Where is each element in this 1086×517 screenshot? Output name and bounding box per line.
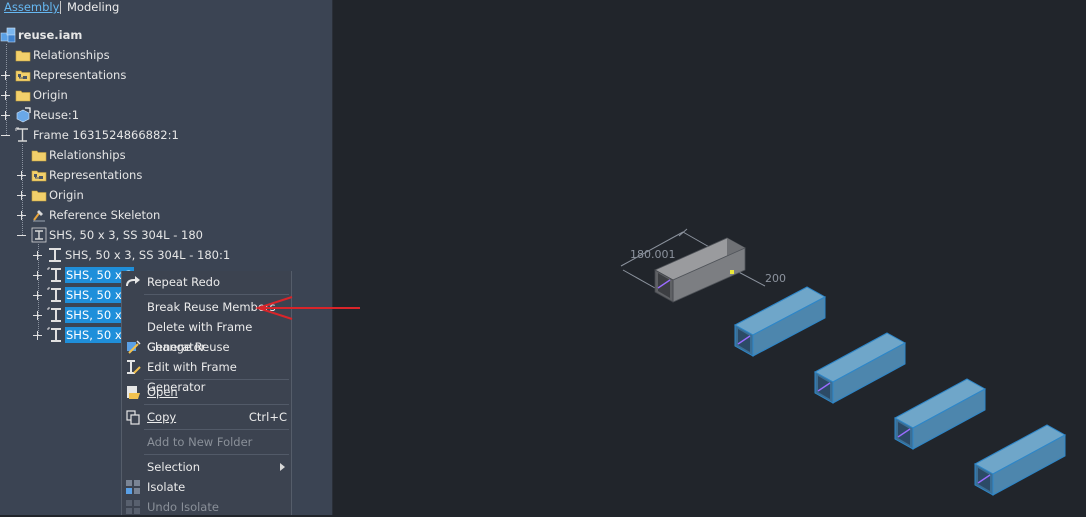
menu-item-label: Undo Isolate [147, 500, 219, 514]
tree-item-frame-representations[interactable]: Representations [0, 166, 330, 184]
tab-modeling[interactable]: Modeling [67, 0, 119, 15]
representations-icon [31, 170, 47, 182]
expand-icon[interactable] [1, 91, 10, 100]
menu-separator [144, 454, 289, 455]
tree-item-frame-origin[interactable]: Origin [0, 186, 330, 204]
menu-item-label: Open [147, 385, 178, 399]
tree-item-label: SHS, 50 x 3, SS 304L - 180 [49, 228, 203, 242]
tree-item-label: Origin [33, 88, 68, 102]
menu-item-label: Repeat Redo [147, 275, 221, 289]
browser-tabs: Assembly Modeling [0, 0, 332, 16]
tree-item-reference-skeleton[interactable]: Reference Skeleton [0, 206, 330, 224]
dimension-200-text: 200 [765, 272, 786, 285]
expand-icon[interactable] [33, 251, 42, 260]
menu-item-repeat-redo[interactable]: Repeat Redo [122, 272, 291, 292]
menu-item-edit-frame-generator[interactable]: Edit with Frame Generator [122, 357, 291, 394]
tab-assembly[interactable]: Assembly [4, 0, 59, 15]
tree-item-relationships[interactable]: Relationships [0, 46, 330, 64]
shs-member-copy-4[interactable] [973, 424, 1067, 496]
menu-separator [144, 379, 289, 380]
tree-item-label: Origin [49, 188, 84, 202]
open-icon [127, 386, 140, 399]
menu-item-label: Copy [147, 410, 177, 424]
menu-item-shortcut: Ctrl+C [248, 410, 287, 424]
tree-item-label: Frame 1631524866882:1 [33, 128, 179, 142]
menu-item-label: Isolate [147, 480, 186, 494]
annotation-arrow [254, 296, 360, 320]
undo-isolate-icon [126, 500, 140, 514]
tree-item-label: Reference Skeleton [49, 208, 161, 222]
expand-icon[interactable] [33, 271, 42, 280]
menu-item-label: Change Reuse [147, 340, 230, 354]
folder-icon [31, 150, 47, 162]
frame-member-reuse-icon [47, 287, 61, 302]
expand-icon[interactable] [33, 311, 42, 320]
frame-icon [15, 127, 28, 142]
tree-item-label: Relationships [33, 48, 110, 62]
frame-member-group-icon [31, 227, 47, 243]
expand-icon[interactable] [33, 331, 42, 340]
expand-icon[interactable] [17, 211, 26, 220]
folder-icon [15, 50, 31, 62]
representations-icon [15, 70, 31, 82]
graphics-viewport[interactable]: 180.001 200 [333, 0, 1086, 515]
tree-item-reuse[interactable]: Reuse:1 [0, 106, 330, 124]
isolate-icon [126, 480, 140, 494]
menu-item-change-reuse[interactable]: Change Reuse [122, 337, 291, 357]
tree-item-frame-relationships[interactable]: Relationships [0, 146, 330, 164]
expand-icon[interactable] [1, 111, 10, 120]
expand-icon[interactable] [33, 291, 42, 300]
dimension-180-text: 180.001 [630, 248, 676, 261]
tree-item-frame[interactable]: Frame 1631524866882:1 [0, 126, 330, 144]
folder-icon [31, 190, 47, 202]
shs-member-copy-2[interactable] [813, 332, 907, 404]
tree-item-label: Representations [33, 68, 127, 82]
folder-icon [15, 90, 31, 102]
model-canvas: 180.001 200 [620, 228, 1067, 496]
skeleton-icon [33, 210, 45, 222]
redo-icon [126, 276, 140, 287]
menu-item-undo-isolate: Undo Isolate [122, 497, 291, 517]
tab-separator [60, 1, 61, 14]
menu-item-selection[interactable]: Selection [122, 457, 291, 477]
tree-item-root[interactable]: reuse.iam [0, 26, 330, 44]
menu-separator [144, 429, 289, 430]
menu-item-label: Add to New Folder [147, 435, 253, 449]
tree-item-label: SHS, 50 x 3, SS 304L - 180:1 [65, 248, 231, 262]
frame-member-reuse-icon [47, 267, 61, 282]
tree-item-label: reuse.iam [18, 28, 83, 42]
expand-icon[interactable] [17, 191, 26, 200]
expand-icon[interactable] [17, 171, 26, 180]
menu-item-copy[interactable]: Copy Ctrl+C [122, 407, 291, 427]
tree-item-shs-1[interactable]: SHS, 50 x 3, SS 304L - 180:1 [0, 246, 330, 264]
copy-icon [126, 410, 140, 425]
frame-member-reuse-icon [47, 307, 61, 322]
shs-member-copy-3[interactable] [893, 378, 987, 450]
tree-item-label: Relationships [49, 148, 126, 162]
assembly-icon [0, 27, 16, 43]
tree-item-label: Representations [49, 168, 143, 182]
tree-item-origin[interactable]: Origin [0, 86, 330, 104]
reuse-part-icon [16, 107, 31, 123]
expand-icon[interactable] [1, 71, 10, 80]
menu-item-isolate[interactable]: Isolate [122, 477, 291, 497]
menu-item-label: Selection [147, 460, 200, 474]
collapse-icon[interactable] [1, 131, 10, 140]
menu-item-open[interactable]: Open [122, 382, 291, 402]
frame-member-reuse-icon [47, 327, 61, 342]
change-reuse-icon [127, 340, 141, 354]
shs-member-copy-1[interactable] [733, 286, 827, 357]
tree-item-representations[interactable]: Representations [0, 66, 330, 84]
submenu-arrow-icon [280, 463, 285, 471]
menu-separator [144, 404, 289, 405]
collapse-icon[interactable] [17, 231, 26, 240]
tree-item-shs-group[interactable]: SHS, 50 x 3, SS 304L - 180 [0, 226, 330, 244]
menu-item-add-to-new-folder: Add to New Folder [122, 432, 291, 452]
frame-member-icon [49, 248, 61, 262]
edit-frame-icon [127, 360, 141, 374]
tree-item-label: Reuse:1 [33, 108, 80, 122]
